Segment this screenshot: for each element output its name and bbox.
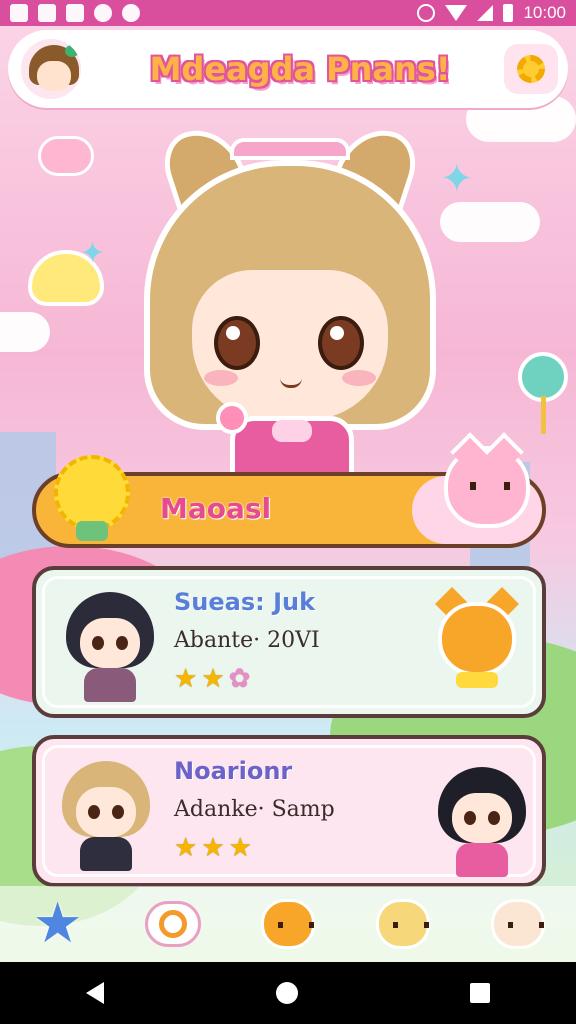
- sparkle-icon: ✦: [80, 236, 106, 271]
- bottom-navigation: ★: [0, 886, 576, 962]
- card-subtitle: Adanke· Samp: [174, 797, 335, 822]
- gallery-icon: [38, 4, 56, 22]
- hero-eye-right: [318, 316, 364, 370]
- star-icon: ★: [174, 833, 198, 863]
- star-rating: ★ ★ ✿: [174, 666, 250, 692]
- banner-label: Maoasl: [160, 492, 272, 525]
- notification-icon: [10, 4, 28, 22]
- wifi-icon: [445, 5, 468, 21]
- signal-icon: [477, 5, 494, 21]
- gear-icon: [517, 55, 545, 83]
- nav-orange-cat-button[interactable]: [253, 891, 323, 957]
- app-header: Mdeagda Pnans!: [8, 30, 568, 108]
- character-card[interactable]: Sueas: Juk Abante· 20VI ★ ★ ✿: [32, 566, 546, 718]
- character-card[interactable]: Noarionr Adanke· Samp ★ ★ ★: [32, 735, 546, 887]
- yellow-cat-icon: [376, 899, 431, 949]
- card-name: Sueas: Juk: [174, 588, 316, 616]
- recents-icon[interactable]: [470, 983, 490, 1003]
- star-icon: ★: [228, 833, 252, 863]
- alarm-icon: [417, 4, 436, 22]
- card-subtitle: Abante· 20VI: [174, 628, 320, 653]
- nav-yellow-cat-button[interactable]: [368, 891, 438, 957]
- star-icon: ★: [174, 664, 198, 694]
- chat-bubble-icon: [144, 901, 201, 947]
- nav-chat-button[interactable]: [138, 891, 208, 957]
- star-rating: ★ ★ ★: [174, 835, 252, 861]
- settings-button[interactable]: [504, 44, 558, 94]
- photo-icon: [66, 4, 84, 22]
- home-icon[interactable]: [276, 982, 298, 1004]
- sun-mascot-icon: [54, 455, 130, 541]
- star-icon: ★: [32, 891, 83, 956]
- cream-cat-icon: [491, 899, 546, 949]
- play-icon: [122, 4, 140, 22]
- hero-blush: [342, 370, 376, 386]
- lollipop-stick: [541, 396, 546, 434]
- hero-ribbon: [272, 420, 312, 442]
- star-icon: ★: [201, 833, 225, 863]
- status-time: 10:00: [523, 3, 566, 22]
- app-title: Mdeagda Pnans!: [140, 44, 460, 94]
- nav-cream-cat-button[interactable]: [483, 891, 553, 957]
- hero-eye-left: [214, 316, 260, 370]
- back-icon[interactable]: [86, 982, 104, 1004]
- pink-blob-decoration: [38, 136, 94, 176]
- hero-character[interactable]: [120, 118, 460, 480]
- character-portrait: [62, 584, 158, 704]
- character-portrait: [58, 753, 154, 873]
- star-icon: ★: [201, 664, 225, 694]
- status-bar: 10:00: [0, 0, 576, 26]
- avatar[interactable]: [18, 36, 84, 102]
- star-empty-icon: ✿: [228, 664, 251, 694]
- orange-cat-icon: [260, 899, 315, 949]
- battery-icon: [503, 4, 514, 22]
- lollipop-decoration: [518, 352, 568, 402]
- system-navigation-bar: [0, 962, 576, 1024]
- hero-headband: [230, 138, 350, 160]
- character-portrait: [434, 759, 530, 879]
- hero-blush: [204, 370, 238, 386]
- cloud-decoration: [0, 312, 50, 352]
- orange-cat-pet-icon: [430, 587, 524, 688]
- panda-icon: [94, 4, 112, 22]
- pink-cat-icon[interactable]: [444, 446, 530, 528]
- nav-star-button[interactable]: ★: [23, 891, 93, 957]
- candy-icon: [216, 402, 248, 434]
- card-name: Noarionr: [174, 757, 293, 785]
